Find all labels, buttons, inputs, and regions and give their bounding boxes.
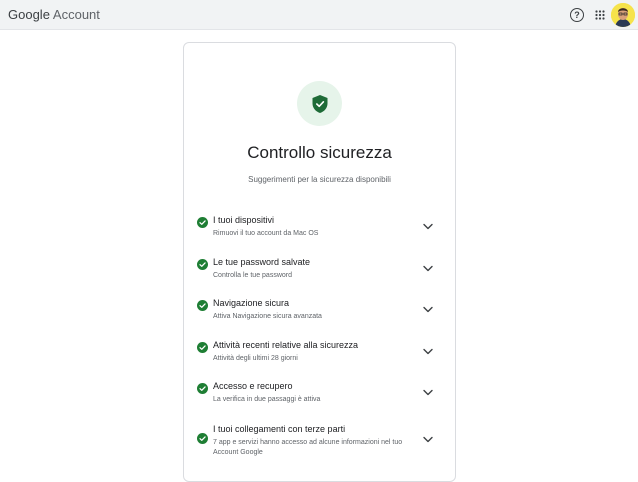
chevron-down-icon[interactable] <box>423 223 433 230</box>
chevron-down-icon[interactable] <box>423 389 433 396</box>
check-circle-icon <box>197 300 208 311</box>
chevron-down-icon[interactable] <box>423 348 433 355</box>
avatar[interactable] <box>611 3 635 27</box>
check-circle-icon <box>197 217 208 228</box>
help-icon[interactable]: ? <box>570 8 584 22</box>
item-description: 7 app e servizi hanno accesso ad alcune … <box>213 439 403 456</box>
top-bar: Google Account ? <box>0 0 638 30</box>
check-circle-icon <box>197 259 208 270</box>
check-circle-icon <box>197 383 208 394</box>
chevron-down-icon[interactable] <box>423 306 433 313</box>
apps-grid-icon[interactable] <box>595 10 605 20</box>
help-glyph: ? <box>574 10 580 20</box>
security-checkup-card: Controllo sicurezza Suggerimenti per la … <box>183 42 456 482</box>
item-label: Le tue password salvate <box>213 257 311 267</box>
item-description: Attiva Navigazione sicura avanzata <box>213 313 322 320</box>
item-description: Attività degli ultimi 28 giorni <box>213 355 298 362</box>
item-label: Accesso e recupero <box>213 381 293 391</box>
item-label: I tuoi collegamenti con terze parti <box>213 424 346 434</box>
item-label: Attività recenti relative alla sicurezza <box>213 340 359 350</box>
check-circle-icon <box>197 342 208 353</box>
brand-account: Account <box>52 7 100 22</box>
avatar-image <box>611 3 635 27</box>
item-label: I tuoi dispositivi <box>213 215 275 225</box>
chevron-down-icon[interactable] <box>423 265 433 272</box>
brand-google: Google <box>8 7 50 22</box>
page-title: Controllo sicurezza <box>247 143 392 162</box>
page-subtitle: Suggerimenti per la sicurezza disponibil… <box>248 175 391 184</box>
item-description: Rimuovi il tuo account da Mac OS <box>213 230 319 237</box>
shield-check-icon <box>312 94 327 113</box>
google-account-logo[interactable]: Google Account <box>8 7 100 23</box>
chevron-down-icon[interactable] <box>423 436 433 443</box>
item-label: Navigazione sicura <box>213 298 290 308</box>
shield-badge <box>297 81 342 126</box>
check-circle-icon <box>197 433 208 444</box>
item-description: La verifica in due passaggi è attiva <box>213 396 321 403</box>
item-description: Controlla le tue password <box>213 272 292 279</box>
